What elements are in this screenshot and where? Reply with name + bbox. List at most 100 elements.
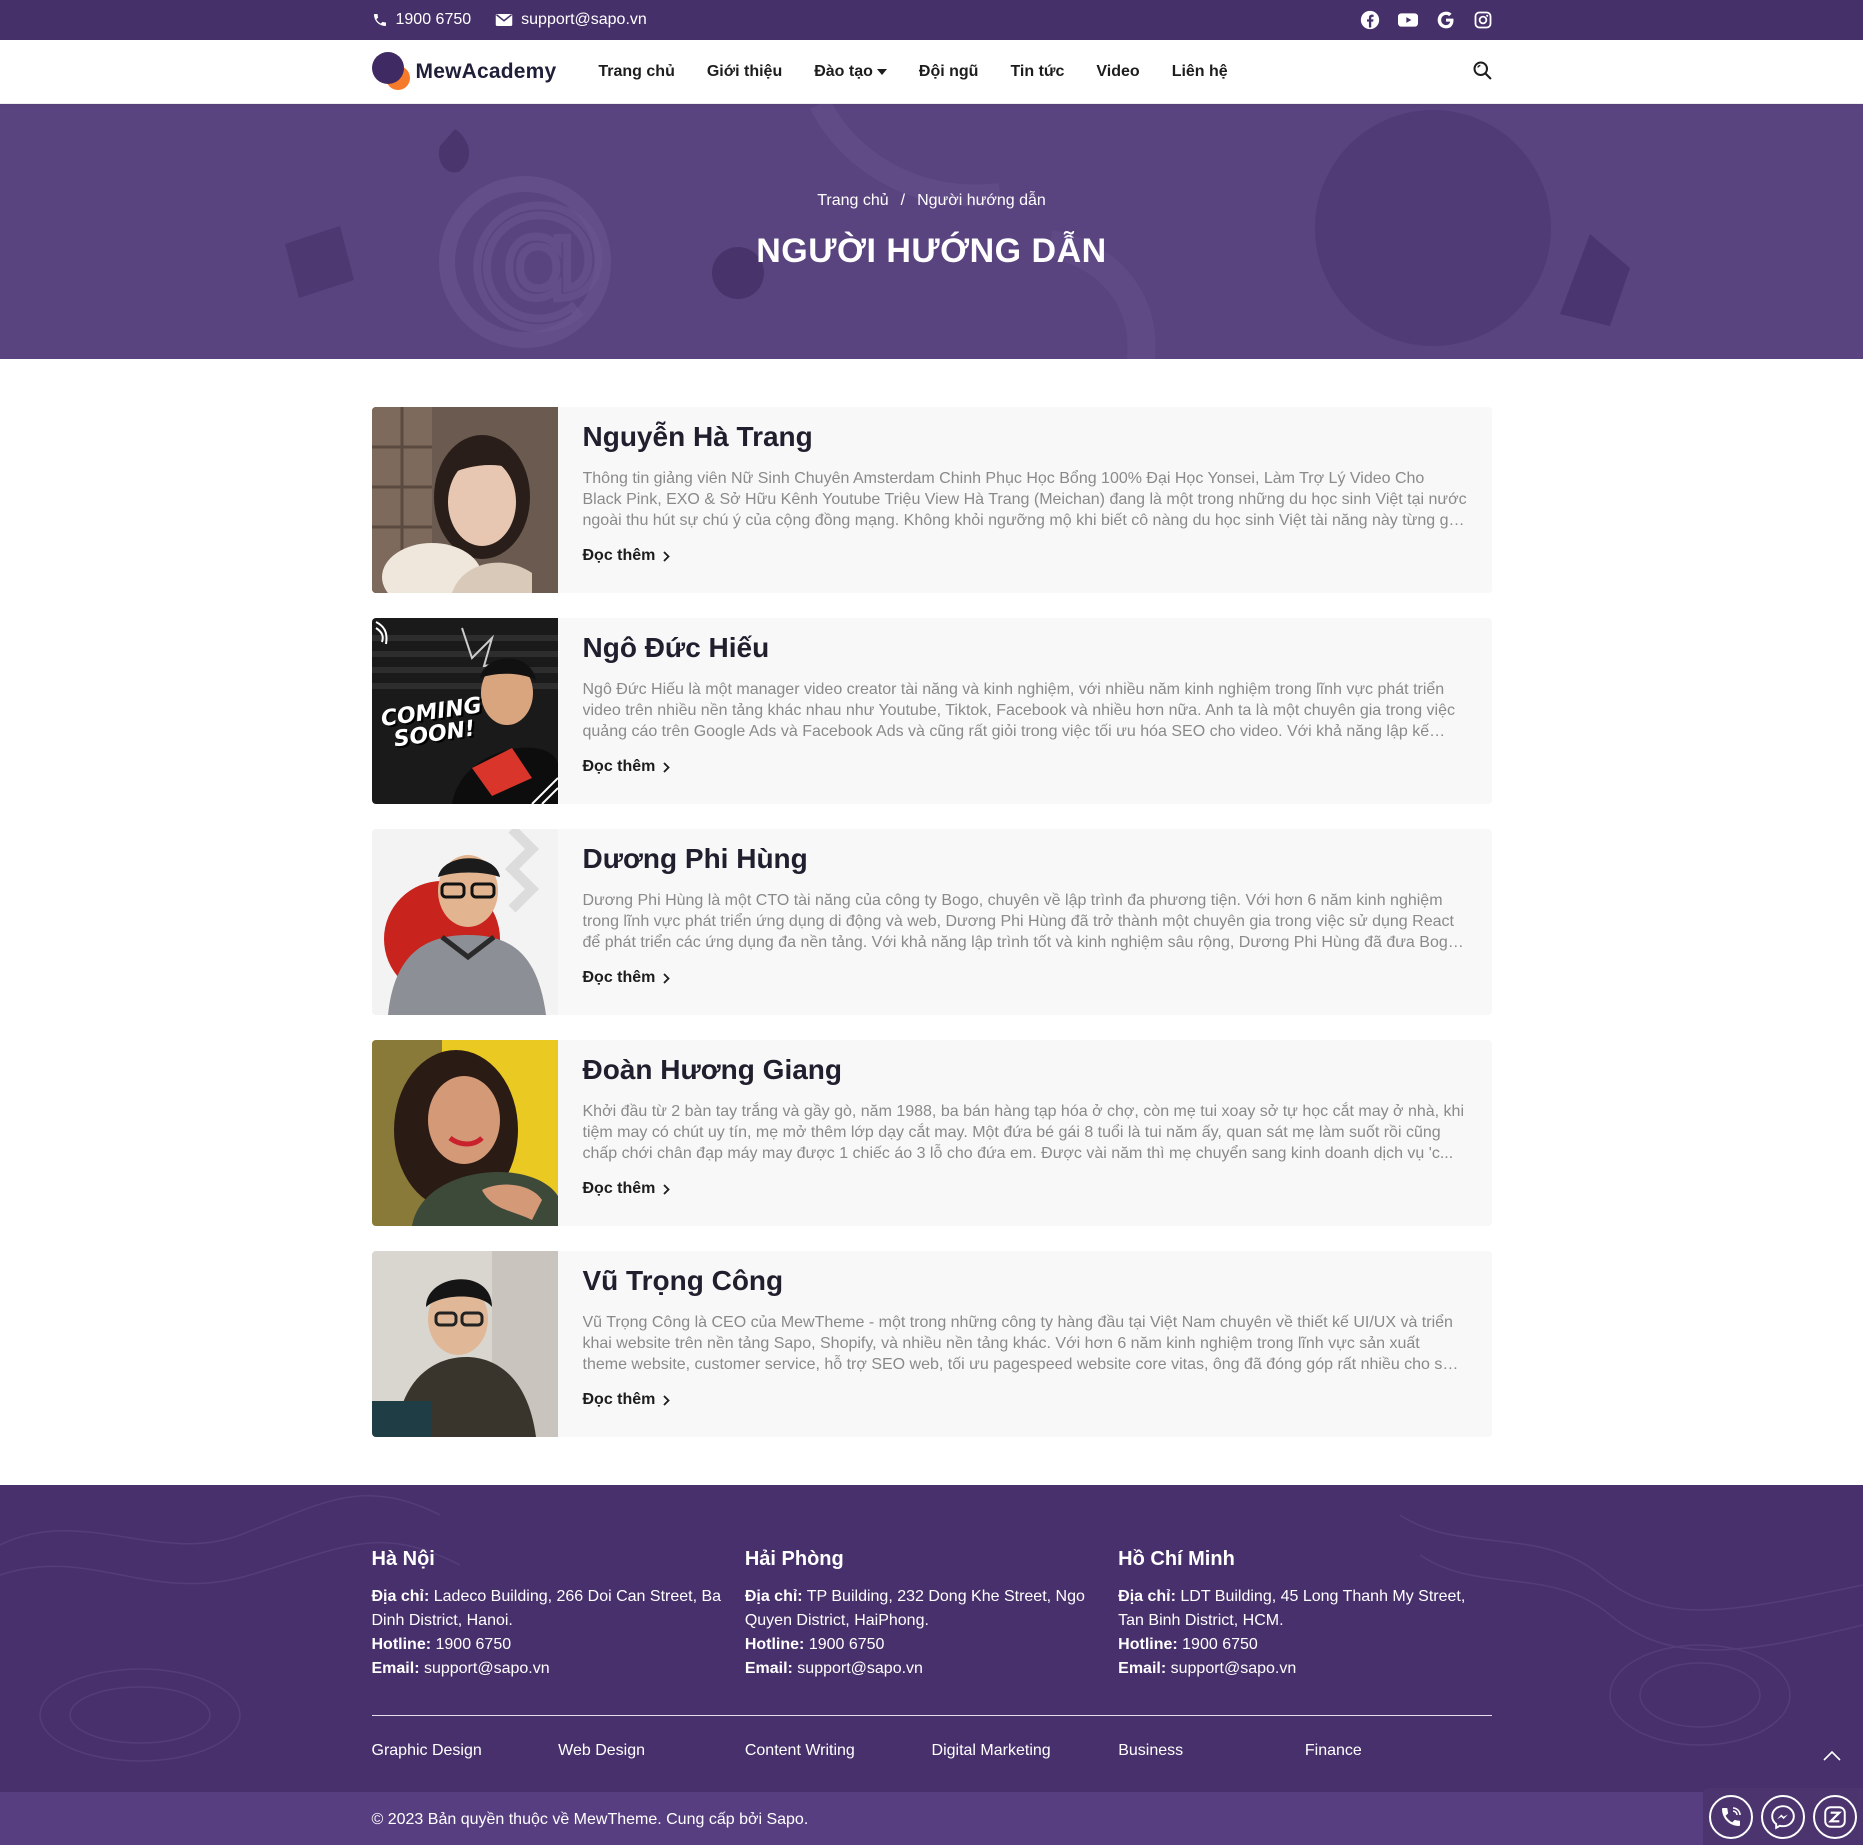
chevron-up-icon — [1823, 1750, 1841, 1761]
nav-item-training[interactable]: Đào tạo — [814, 63, 887, 81]
nav-item-team[interactable]: Đội ngũ — [919, 63, 979, 81]
call-button[interactable] — [1709, 1794, 1753, 1839]
hotline-value[interactable]: 1900 6750 — [804, 1636, 885, 1653]
read-more-link[interactable]: Đọc thêm — [583, 1180, 671, 1198]
facebook-icon[interactable] — [1360, 10, 1380, 30]
email-value[interactable]: support@sapo.vn — [420, 1660, 550, 1677]
mentor-card: Vũ Trọng Công Vũ Trọng Công là CEO của M… — [371, 1251, 1492, 1437]
footer-link-business[interactable]: Business — [1118, 1742, 1305, 1760]
footer-link-finance[interactable]: Finance — [1305, 1742, 1492, 1760]
instagram-icon[interactable] — [1474, 11, 1492, 29]
mentor-name[interactable]: Nguyễn Hà Trang — [583, 421, 1468, 453]
chevron-right-icon — [663, 761, 671, 773]
mentor-name[interactable]: Đoàn Hương Giang — [583, 1054, 1468, 1086]
topbar-contact: 1900 6750 support@sapo.vn — [372, 11, 647, 29]
read-more-label: Đọc thêm — [582, 758, 656, 775]
read-more-link[interactable]: Đọc thêm — [583, 758, 671, 776]
chevron-right-icon — [663, 1394, 671, 1406]
nav-item-about[interactable]: Giới thiệu — [707, 63, 782, 81]
page-hero: @ Trang chủ / Người hướng dẫn NGƯỜI HƯỚN… — [0, 104, 1863, 359]
youtube-icon[interactable] — [1397, 12, 1418, 28]
hotline-value[interactable]: 1900 6750 — [431, 1636, 511, 1653]
email-value[interactable]: support@sapo.vn — [1166, 1660, 1297, 1677]
caret-down-icon — [876, 69, 887, 75]
mentor-photo-image — [371, 1040, 558, 1226]
footer-link-graphic-design[interactable]: Graphic Design — [372, 1742, 559, 1760]
nav-item-home[interactable]: Trang chủ — [598, 63, 674, 81]
mentor-card: Nguyễn Hà Trang Thông tin giảng viên Nữ … — [371, 407, 1492, 593]
email-value[interactable]: support@sapo.vn — [793, 1660, 923, 1677]
mentor-photo[interactable] — [371, 407, 558, 593]
phone-text: 1900 6750 — [395, 11, 472, 28]
address-label: Địa chỉ: — [1118, 1588, 1176, 1605]
nav-item-training-label: Đào tạo — [814, 63, 873, 80]
mentor-photo-image — [371, 407, 558, 593]
nav-item-contact[interactable]: Liên hệ — [1172, 63, 1228, 81]
messenger-button[interactable] — [1761, 1794, 1805, 1839]
search-icon — [1473, 61, 1491, 79]
read-more-link[interactable]: Đọc thêm — [583, 547, 671, 565]
topbar: 1900 6750 support@sapo.vn — [0, 0, 1863, 40]
hotline-label: Hotline: — [1118, 1636, 1178, 1653]
mentor-body: Dương Phi Hùng Dương Phi Hùng là một CTO… — [558, 829, 1492, 1015]
chevron-right-icon — [663, 1183, 671, 1195]
read-more-label: Đọc thêm — [582, 547, 656, 564]
mentor-list: Nguyễn Hà Trang Thông tin giảng viên Nữ … — [371, 359, 1492, 1485]
mentor-name[interactable]: Ngô Đức Hiếu — [583, 632, 1468, 664]
breadcrumb-current: Người hướng dẫn — [917, 192, 1046, 209]
nav-item-video[interactable]: Video — [1096, 63, 1139, 81]
footer-link-content-writing[interactable]: Content Writing — [745, 1742, 932, 1760]
footer-links: Graphic Design Web Design Content Writin… — [372, 1716, 1492, 1760]
floating-contact-buttons — [1703, 1788, 1863, 1845]
messenger-icon — [1771, 1804, 1795, 1829]
page-title: NGƯỜI HƯỚNG DẪN — [756, 232, 1107, 270]
branch-city: Hồ Chí Minh — [1118, 1548, 1235, 1570]
branch-hochiminh: Hồ Chí Minh Địa chỉ: LDT Building, 45 Lo… — [1118, 1547, 1491, 1681]
search-button[interactable] — [1472, 60, 1492, 85]
address-label: Địa chỉ: — [371, 1588, 430, 1605]
hotline-label: Hotline: — [371, 1636, 432, 1653]
mentor-body: Vũ Trọng Công Vũ Trọng Công là CEO của M… — [558, 1251, 1492, 1437]
mentor-photo[interactable] — [371, 1040, 558, 1226]
mentor-description: Vũ Trọng Công là CEO của MewTheme - một … — [582, 1314, 1454, 1373]
google-icon[interactable] — [1436, 10, 1456, 30]
phone-call-icon — [1722, 1806, 1741, 1826]
read-more-link[interactable]: Đọc thêm — [583, 1391, 671, 1409]
zalo-button[interactable] — [1813, 1794, 1857, 1839]
email-label: Email: — [371, 1660, 420, 1677]
back-to-top-button[interactable] — [1823, 1748, 1841, 1766]
mentor-description: Thông tin giảng viên Nữ Sinh Chuyên Amst… — [582, 470, 1467, 529]
topbar-phone[interactable]: 1900 6750 — [372, 11, 472, 29]
mentor-card: Dương Phi Hùng Dương Phi Hùng là một CTO… — [371, 829, 1492, 1015]
breadcrumb: Trang chủ / Người hướng dẫn — [0, 192, 1863, 210]
email-label: Email: — [744, 1660, 793, 1677]
site-footer: Hà Nội Địa chỉ: Ladeco Building, 266 Doi… — [0, 1485, 1863, 1792]
nav-item-news[interactable]: Tin tức — [1010, 63, 1064, 81]
breadcrumb-home[interactable]: Trang chủ — [817, 192, 888, 210]
mentor-description: Dương Phi Hùng là một CTO tài năng của c… — [582, 892, 1457, 951]
read-more-link[interactable]: Đọc thêm — [583, 969, 671, 987]
phone-icon — [373, 14, 386, 26]
footer-link-digital-marketing[interactable]: Digital Marketing — [932, 1742, 1119, 1760]
mentor-photo[interactable] — [371, 1251, 558, 1437]
site-header: MewAcademy Trang chủ Giới thiệu Đào tạo … — [0, 40, 1863, 104]
logo-mark — [371, 52, 412, 92]
email-text: support@sapo.vn — [521, 11, 647, 28]
mentor-description: Ngô Đức Hiếu là một manager video creato… — [582, 681, 1456, 740]
footer-link-web-design[interactable]: Web Design — [558, 1742, 745, 1760]
read-more-label: Đọc thêm — [582, 969, 656, 986]
mentor-body: Đoàn Hương Giang Khởi đầu từ 2 bàn tay t… — [558, 1040, 1492, 1226]
branch-city: Hà Nội — [371, 1548, 435, 1570]
breadcrumb-separator: / — [900, 192, 906, 209]
mentor-photo-image — [371, 1251, 558, 1437]
mentor-name[interactable]: Vũ Trọng Công — [583, 1265, 1468, 1297]
mentor-body: Ngô Đức Hiếu Ngô Đức Hiếu là một manager… — [558, 618, 1492, 804]
mentor-photo[interactable]: COMING SOON! — [371, 618, 558, 804]
logo[interactable]: MewAcademy — [371, 52, 557, 92]
hotline-value[interactable]: 1900 6750 — [1178, 1636, 1258, 1653]
main-nav: Trang chủ Giới thiệu Đào tạo Đội ngũ Tin… — [598, 63, 1227, 81]
mentor-photo[interactable] — [371, 829, 558, 1015]
mentor-name[interactable]: Dương Phi Hùng — [583, 843, 1468, 875]
mentor-description: Khởi đầu từ 2 bàn tay trắng và gầy gò, n… — [582, 1103, 1465, 1162]
topbar-email[interactable]: support@sapo.vn — [495, 11, 647, 29]
